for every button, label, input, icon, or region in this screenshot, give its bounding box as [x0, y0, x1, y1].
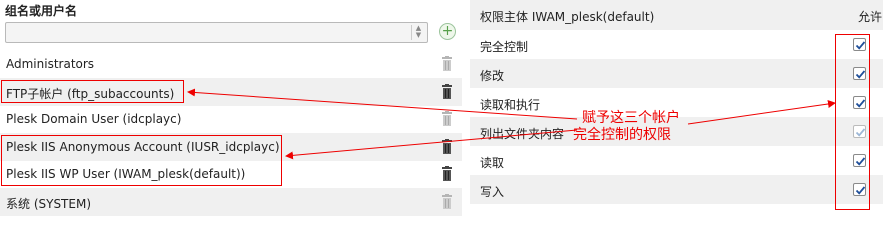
arrow-to-checkboxes — [687, 100, 836, 125]
arrow-to-iis-accounts — [285, 129, 578, 160]
arrow-to-ftp — [187, 88, 578, 120]
annotation-line-1: 赋予这三个帐户 — [582, 110, 680, 126]
annotation-arrows — [187, 88, 836, 160]
annotation-line-2: 完全控制的权限 — [573, 127, 671, 143]
